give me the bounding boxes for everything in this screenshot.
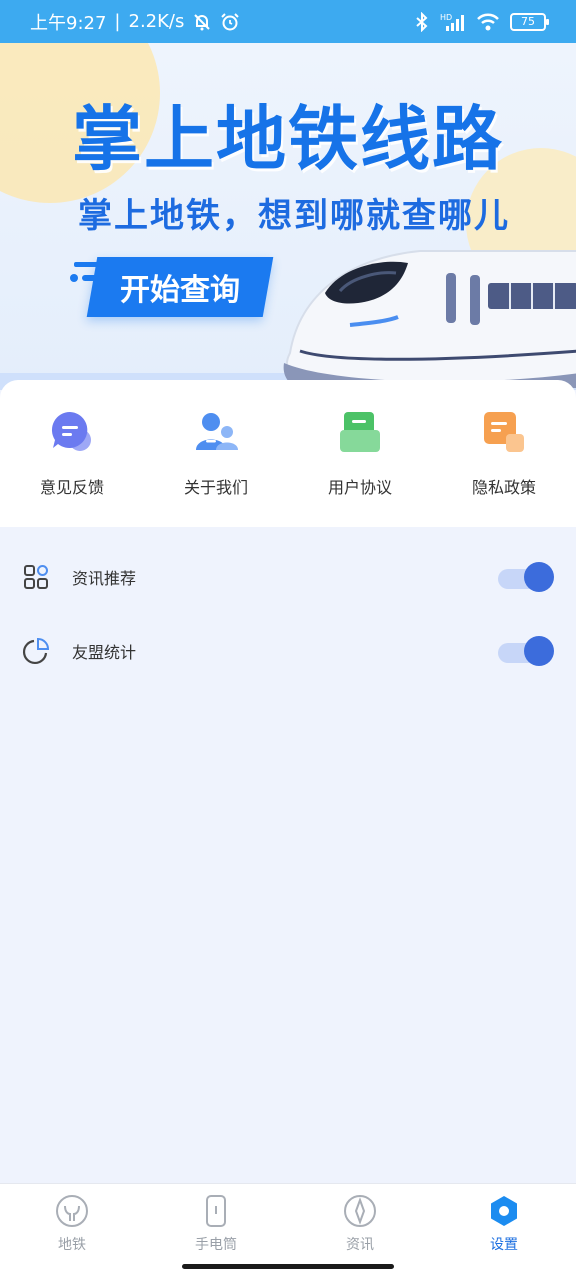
nav-settings[interactable]: 设置 [432,1184,576,1280]
shortcut-panel: 意见反馈 关于我们 用户协议 隐私政策 [0,380,576,527]
status-divider: | [114,11,121,32]
banner-title: 掌上地铁线路 [72,97,504,180]
news-recommend-toggle[interactable] [498,562,554,592]
flashlight-icon [206,1195,226,1227]
umeng-analytics-toggle[interactable] [498,636,554,666]
battery-icon: 75 [510,12,549,31]
nav-news-label: 资讯 [346,1237,374,1253]
setting-row-news: 资讯推荐 [0,540,576,614]
start-query-label: 开始查询 [120,273,240,308]
pie-chart-icon [22,637,50,665]
signal-icon: HD [440,12,466,32]
compass-icon [344,1195,376,1227]
shortcut-privacy[interactable]: 隐私政策 [432,380,576,527]
status-bar: 上午9:27 | 2.2K/s HD 75 [0,0,576,43]
metro-icon [56,1195,88,1227]
status-time: 上午9:27 [30,12,107,34]
nav-settings-label: 设置 [490,1237,518,1253]
setting-row-analytics: 友盟统计 [0,614,576,688]
shortcut-agreement[interactable]: 用户协议 [288,380,432,527]
toggle-thumb [524,562,554,592]
battery-level: 75 [521,15,535,28]
train-illustration [283,250,576,388]
status-left: 上午9:27 | 2.2K/s [30,9,240,35]
bell-muted-icon [192,12,212,32]
people-icon [196,413,238,450]
hero-banner: 掌上地铁线路 掌上地铁，想到哪就查哪儿 开始查询 [0,43,576,390]
nav-metro-label: 地铁 [58,1237,86,1253]
wifi-icon [476,12,500,32]
shortcut-about-label: 关于我们 [183,478,248,497]
status-speed: 2.2K/s [128,11,185,32]
shortcut-agreement-label: 用户协议 [327,478,392,497]
setting-news-label: 资讯推荐 [72,569,137,588]
shortcut-feedback[interactable]: 意见反馈 [0,380,144,527]
home-indicator [182,1264,394,1269]
status-right: HD 75 [414,11,549,32]
nav-flashlight-label: 手电筒 [195,1237,237,1253]
toggle-thumb [524,636,554,666]
settings-list: 资讯推荐 友盟统计 [0,540,576,688]
shortcut-feedback-label: 意见反馈 [39,478,104,497]
shortcut-about[interactable]: 关于我们 [144,380,288,527]
banner-subtitle: 掌上地铁，想到哪就查哪儿 [78,196,510,236]
agreement-icon [340,412,380,452]
nav-metro[interactable]: 地铁 [0,1184,144,1280]
chat-bubble-icon [51,411,91,451]
setting-analytics-label: 友盟统计 [72,643,137,662]
alarm-icon [220,12,240,32]
shortcut-privacy-label: 隐私政策 [471,478,536,497]
bluetooth-icon [414,11,430,32]
network-type-label: HD [440,13,452,22]
settings-hex-icon [491,1196,517,1226]
privacy-doc-icon [484,412,524,452]
start-query-button[interactable]: 开始查询 [86,257,274,317]
grid-apps-icon [24,565,48,589]
